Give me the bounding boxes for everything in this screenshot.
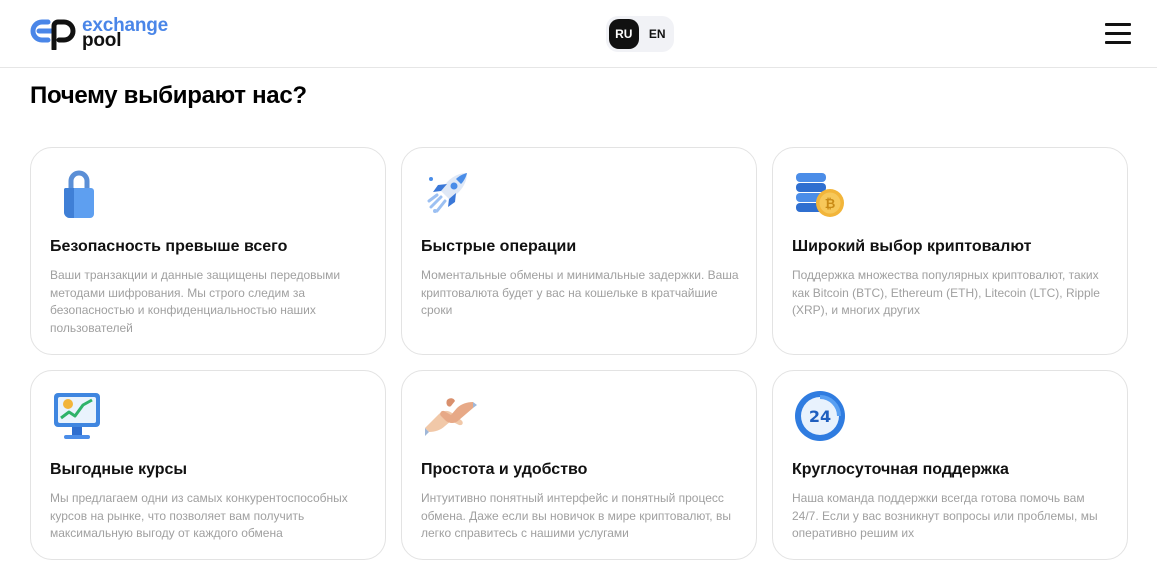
logo-wordmark: exchange pool — [82, 16, 168, 50]
card-description: Поддержка множества популярных криптовал… — [792, 268, 1100, 317]
section-title: Почему выбирают нас? — [30, 82, 307, 109]
card-description: Ваши транзакции и данные защищены передо… — [50, 268, 341, 335]
card-title: Выгодные курсы — [50, 461, 188, 478]
card-title: Простота и удобство — [421, 461, 588, 478]
support-24-icon: 24 — [795, 391, 845, 441]
language-button-ru[interactable]: RU — [609, 19, 639, 49]
top-header: exchange pool RU EN — [0, 0, 1157, 68]
language-button-en[interactable]: EN — [643, 19, 673, 49]
feature-card-simplicity: Простота и удобство Интуитивно понятный … — [401, 370, 757, 560]
card-description: Мы предлагаем одни из самых конкурентосп… — [50, 491, 348, 540]
card-description: Моментальные обмены и минимальные задерж… — [421, 268, 739, 317]
handshake-icon — [425, 398, 477, 436]
feature-card-rates: Выгодные курсы Мы предлагаем одни из сам… — [30, 370, 386, 560]
rocket-icon — [427, 173, 467, 213]
support-24-label: 24 — [809, 407, 831, 426]
card-title: Быстрые операции — [421, 238, 577, 255]
logo[interactable]: exchange pool — [30, 16, 168, 50]
feature-card-fast: Быстрые операции Моментальные обмены и м… — [401, 147, 757, 355]
chart-monitor-icon — [54, 393, 100, 439]
card-title: Безопасность превыше всего — [50, 238, 288, 255]
coins-stack-icon: ₿ — [796, 173, 844, 217]
card-title: Круглосуточная поддержка — [792, 461, 1009, 478]
feature-card-crypto-choice: ₿ Широкий выбор криптовалют Поддержка мн… — [772, 147, 1128, 355]
exchange-pool-logo-icon — [30, 19, 76, 50]
padlock-icon — [64, 170, 94, 218]
feature-card-security: Безопасность превыше всего Ваши транзакц… — [30, 147, 386, 355]
feature-card-support: 24 Круглосуточная поддержка Наша команда… — [772, 370, 1128, 560]
card-description: Наша команда поддержки всегда готова пом… — [792, 491, 1098, 540]
svg-text:₿: ₿ — [825, 197, 836, 212]
card-title: Широкий выбор криптовалют — [792, 238, 1032, 255]
card-description: Интуитивно понятный интерфейс и понятный… — [421, 491, 731, 540]
language-switcher: RU EN — [606, 16, 674, 52]
hamburger-menu-icon[interactable] — [1105, 23, 1131, 45]
